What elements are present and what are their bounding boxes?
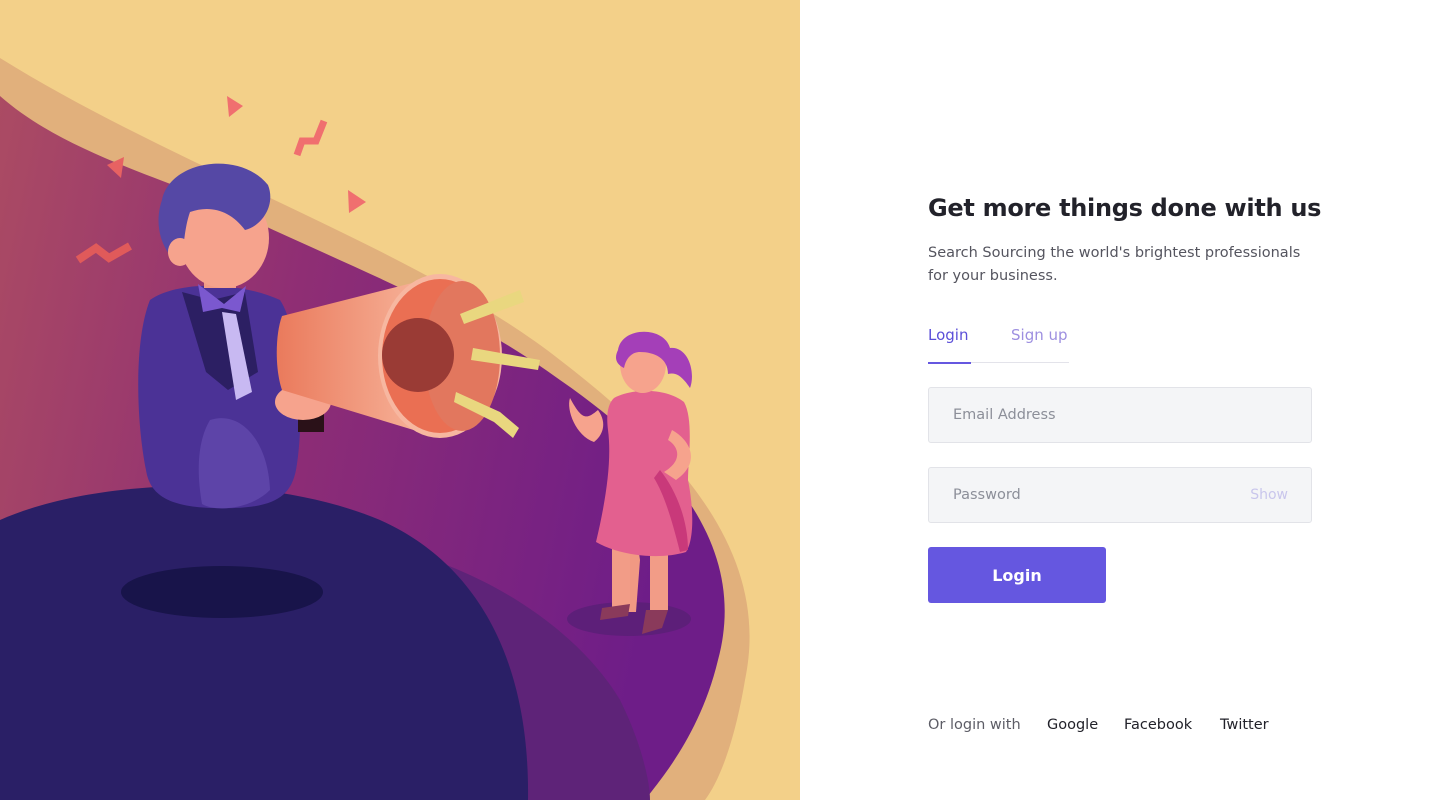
facebook-login-link[interactable]: Facebook [1124,717,1192,733]
auth-tabs: Login Sign up [928,326,1069,364]
password-field-container: Show [928,467,1312,523]
active-tab-indicator [928,361,971,364]
show-password-toggle[interactable]: Show [1250,487,1288,503]
tab-login[interactable]: Login [928,326,968,344]
login-page: Get more things done with us Search Sour… [0,0,1440,800]
google-login-link[interactable]: Google [1047,717,1098,733]
login-form-panel: Get more things done with us Search Sour… [800,0,1440,800]
page-title: Get more things done with us [928,194,1322,222]
login-button[interactable]: Login [928,547,1106,603]
email-field-container [928,387,1312,443]
email-input[interactable] [929,388,1311,442]
hero-illustration [0,0,800,800]
tab-sign-up[interactable]: Sign up [1011,326,1068,344]
social-login-label: Or login with [928,717,1021,733]
page-subtitle: Search Sourcing the world's brightest pr… [928,245,1301,284]
twitter-login-link[interactable]: Twitter [1220,717,1269,733]
